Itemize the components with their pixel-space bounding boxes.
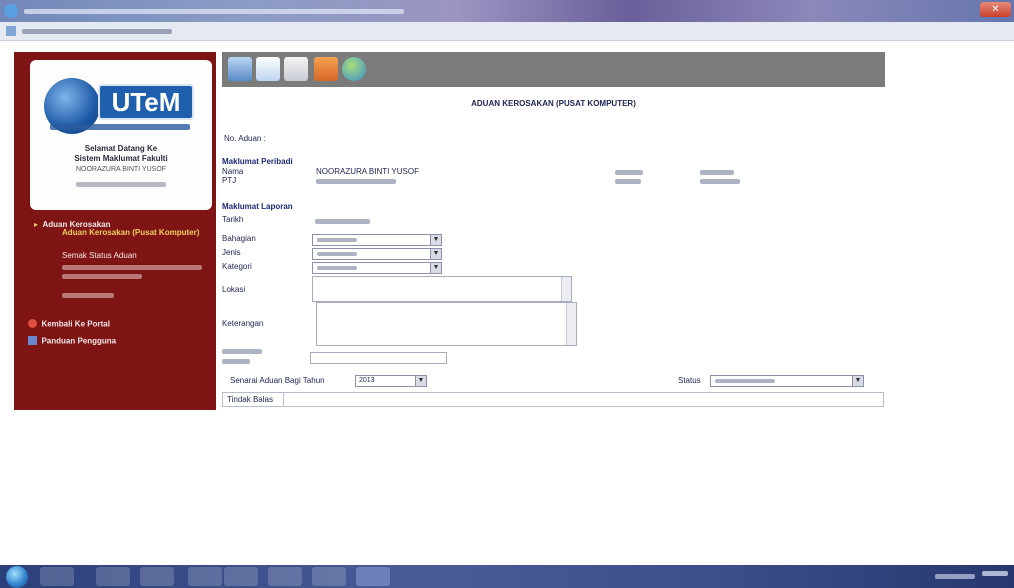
menu-item-aduan[interactable] bbox=[62, 293, 114, 298]
nama-label: Nama bbox=[222, 167, 244, 176]
taskbar-word-icon[interactable] bbox=[356, 567, 390, 586]
section-maklumat-laporan: Maklumat Laporan bbox=[222, 202, 293, 211]
jenis-label: Jenis bbox=[222, 248, 241, 257]
jenis-select[interactable]: ▼ bbox=[312, 248, 442, 260]
menu-item-semak-status[interactable]: Semak Status Aduan bbox=[62, 251, 137, 260]
taskbar-ie-icon[interactable] bbox=[40, 567, 74, 586]
taskbar-app-icon[interactable] bbox=[224, 567, 258, 586]
phone-value bbox=[700, 179, 740, 184]
page-title: ADUAN KEROSAKAN (PUSAT KOMPUTER) bbox=[471, 99, 636, 108]
status-select[interactable]: ▼ bbox=[710, 375, 864, 387]
menu-item-cetakan[interactable] bbox=[62, 265, 202, 270]
sidebar-link-portal[interactable]: Kembali Ke Portal bbox=[28, 315, 110, 333]
menu-item-cetakan-line2[interactable] bbox=[62, 274, 142, 279]
portal-icon bbox=[28, 319, 37, 329]
close-window-button[interactable]: ✕ bbox=[980, 2, 1011, 17]
no-aduan-label: No. Aduan : bbox=[224, 134, 266, 143]
logo-tagline bbox=[50, 124, 190, 130]
page-icon[interactable] bbox=[6, 26, 16, 36]
sidebar-link-panduan-label: Panduan Pengguna bbox=[41, 336, 117, 346]
command-bar bbox=[0, 22, 1014, 41]
welcome-line-1: Selamat Datang Ke bbox=[84, 144, 158, 153]
lokasi-textarea[interactable] bbox=[312, 276, 572, 302]
system-tray[interactable] bbox=[935, 574, 975, 579]
chevron-down-icon[interactable]: ▼ bbox=[430, 263, 441, 273]
tahun-select-value: 2013 bbox=[359, 377, 375, 384]
keterangan-label: Keterangan bbox=[222, 319, 264, 328]
taskbar-app-icon[interactable] bbox=[312, 567, 346, 586]
user-name: NOORAZURA BINTI YUSOF bbox=[75, 166, 167, 173]
nama-value: NOORAZURA BINTI YUSOF bbox=[316, 167, 419, 176]
status-select-value bbox=[715, 379, 775, 383]
menu-item-aduan-pusat-komputer[interactable]: Aduan Kerosakan (Pusat Komputer) bbox=[62, 228, 210, 237]
start-button[interactable] bbox=[6, 566, 28, 588]
kategori-select[interactable]: ▼ bbox=[312, 262, 442, 274]
chevron-down-icon[interactable]: ▼ bbox=[415, 376, 426, 386]
tindak-balas-input[interactable] bbox=[283, 393, 884, 406]
tahun-select[interactable]: 2013 ▼ bbox=[355, 375, 427, 387]
welcome-line-2: Sistem Maklumat Fakulti bbox=[74, 154, 168, 163]
phone-label bbox=[615, 179, 641, 184]
bahagian-label: Bahagian bbox=[222, 234, 256, 243]
keterangan-textarea[interactable] bbox=[316, 302, 577, 346]
tarikh-label: Tarikh bbox=[222, 215, 244, 224]
kategori-label: Kategori bbox=[222, 262, 252, 271]
ptj-label: PTJ bbox=[222, 176, 237, 185]
chevron-down-icon[interactable]: ▼ bbox=[852, 376, 863, 386]
taskbar-app-icon[interactable] bbox=[188, 567, 222, 586]
sidebar-link-portal-label: Kembali Ke Portal bbox=[41, 319, 110, 329]
document-icon[interactable] bbox=[256, 57, 280, 81]
senarai-tahun-label: Senarai Aduan Bagi Tahun bbox=[230, 376, 325, 385]
clock[interactable] bbox=[982, 571, 1008, 576]
lokasi-scrollbar[interactable] bbox=[561, 277, 571, 301]
tarikh-value bbox=[315, 219, 370, 224]
inventori-label bbox=[222, 349, 262, 354]
section-maklumat-peribadi: Maklumat Peribadi bbox=[222, 157, 293, 166]
tindak-balas-label: Tindak Balas bbox=[227, 395, 273, 404]
inventori-input[interactable] bbox=[310, 352, 447, 364]
jenis-select-value bbox=[317, 252, 357, 256]
bahagian-select-value bbox=[317, 238, 357, 242]
browser-icon bbox=[4, 4, 18, 18]
status-label: Status bbox=[678, 376, 701, 385]
taskbar bbox=[0, 565, 1014, 588]
chevron-down-icon[interactable]: ▼ bbox=[430, 235, 441, 245]
window-title-bar bbox=[0, 0, 1014, 22]
chevron-down-icon[interactable]: ▼ bbox=[430, 249, 441, 259]
staff-no-label bbox=[615, 170, 643, 175]
bahagian-select[interactable]: ▼ bbox=[312, 234, 442, 246]
system-subtitle bbox=[76, 182, 166, 187]
kategori-select-value bbox=[317, 266, 357, 270]
lokasi-label: Lokasi bbox=[222, 285, 246, 294]
print-icon[interactable] bbox=[284, 57, 308, 81]
home-icon[interactable] bbox=[228, 57, 252, 81]
address-text[interactable] bbox=[22, 29, 172, 34]
taskbar-folder-icon[interactable] bbox=[96, 567, 130, 586]
stop-icon[interactable] bbox=[314, 57, 338, 81]
inventori-label-line2 bbox=[222, 359, 250, 364]
window-title bbox=[24, 9, 404, 14]
taskbar-media-icon[interactable] bbox=[140, 567, 174, 586]
taskbar-app-icon[interactable] bbox=[268, 567, 302, 586]
user-guide-icon bbox=[28, 336, 37, 346]
staff-no-value bbox=[700, 170, 734, 175]
keterangan-scrollbar[interactable] bbox=[566, 303, 576, 345]
utem-logo: UTeM bbox=[98, 84, 194, 120]
tindak-balas-row: Tindak Balas bbox=[222, 392, 884, 407]
ptj-value bbox=[316, 179, 396, 184]
sidebar-link-panduan[interactable]: Panduan Pengguna bbox=[28, 332, 116, 350]
globe-icon[interactable] bbox=[342, 57, 366, 81]
arrow-right-icon: ▸ bbox=[34, 220, 39, 229]
